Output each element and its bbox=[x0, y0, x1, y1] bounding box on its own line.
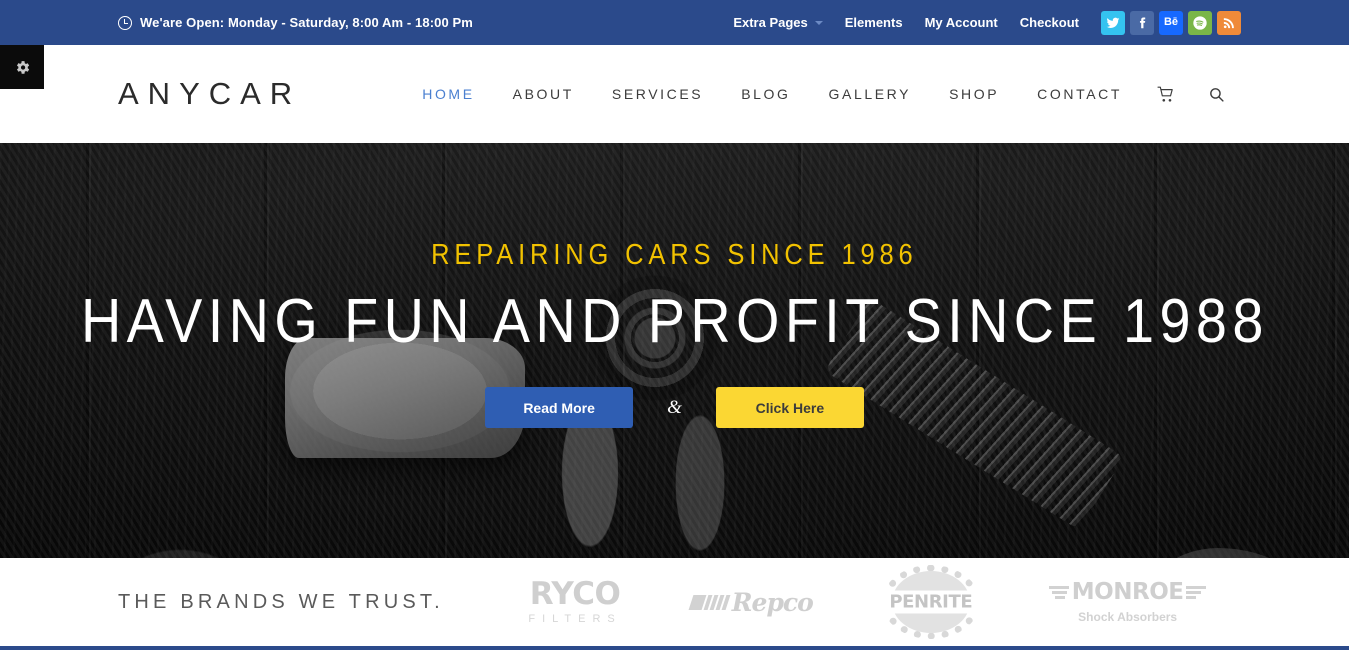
spotify-icon[interactable] bbox=[1188, 10, 1212, 35]
nav-item-blog[interactable]: BLOG bbox=[722, 86, 809, 102]
hero-separator: & bbox=[667, 396, 682, 418]
behance-label: Bē bbox=[1163, 16, 1179, 28]
main-nav: HOME ABOUT SERVICES BLOG GALLERY SHOP CO… bbox=[403, 45, 1241, 143]
monroe-wordmark: MONROE bbox=[1071, 579, 1184, 606]
brand-logo-ryco[interactable]: RYCO FILTERS bbox=[528, 579, 621, 625]
twitter-icon[interactable] bbox=[1101, 10, 1125, 35]
hero-eyebrow: REPAIRING CARS SINCE 1986 bbox=[431, 239, 918, 271]
brands-section: THE BRANDS WE TRUST. RYCO FILTERS Repco … bbox=[0, 558, 1349, 646]
top-nav-label: Extra Pages bbox=[733, 15, 808, 30]
nav-item-gallery[interactable]: GALLERY bbox=[810, 86, 931, 102]
facebook-icon[interactable] bbox=[1130, 10, 1154, 35]
nav-item-contact[interactable]: CONTACT bbox=[1018, 86, 1141, 102]
monroe-subtext: Shock Absorbers bbox=[1078, 609, 1178, 624]
nav-item-home[interactable]: HOME bbox=[403, 86, 493, 102]
opening-hours: We'are Open: Monday - Saturday, 8:00 Am … bbox=[118, 15, 473, 30]
top-bar: We'are Open: Monday - Saturday, 8:00 Am … bbox=[0, 0, 1349, 45]
ryco-wordmark: RYCO bbox=[529, 576, 621, 612]
clock-icon bbox=[118, 15, 132, 30]
monroe-wing-right-icon bbox=[1186, 586, 1207, 600]
cart-icon bbox=[1157, 86, 1173, 102]
ryco-subtext: FILTERS bbox=[528, 613, 622, 625]
nav-item-about[interactable]: ABOUT bbox=[494, 86, 593, 102]
nav-item-shop[interactable]: SHOP bbox=[930, 86, 1018, 102]
nav-item-services[interactable]: SERVICES bbox=[593, 86, 722, 102]
penrite-wordmark: PENRITE bbox=[881, 590, 980, 614]
cart-button[interactable] bbox=[1141, 86, 1192, 103]
top-nav-label: Elements bbox=[844, 15, 903, 30]
top-nav-item-my-account[interactable]: My Account bbox=[925, 15, 998, 30]
top-nav-item-extra-pages[interactable]: Extra Pages bbox=[733, 15, 823, 30]
opening-hours-text: We'are Open: Monday - Saturday, 8:00 Am … bbox=[140, 15, 473, 30]
site-header: ANYCAR HOME ABOUT SERVICES BLOG GALLERY … bbox=[0, 45, 1349, 143]
brand-logo-monroe[interactable]: MONROE Shock Absorbers bbox=[1048, 579, 1207, 624]
hero-banner: REPAIRING CARS SINCE 1986 HAVING FUN AND… bbox=[0, 143, 1349, 558]
monroe-row: MONROE bbox=[1048, 579, 1207, 606]
site-logo[interactable]: ANYCAR bbox=[118, 76, 301, 112]
brand-logo-list: RYCO FILTERS Repco PENRITE MONROE Shock … bbox=[494, 565, 1241, 639]
behance-icon[interactable]: Bē bbox=[1159, 10, 1183, 35]
bottom-color-strip bbox=[0, 646, 1349, 650]
hero-title: HAVING FUN AND PROFIT SINCE 1988 bbox=[80, 287, 1269, 356]
top-bar-right: Extra Pages Elements My Account Checkout… bbox=[733, 0, 1241, 45]
social-links: Bē bbox=[1101, 10, 1241, 35]
top-nav-label: My Account bbox=[924, 15, 998, 30]
brands-title: THE BRANDS WE TRUST. bbox=[118, 590, 444, 613]
repco-wordmark: Repco bbox=[731, 587, 814, 617]
hero-content: REPAIRING CARS SINCE 1986 HAVING FUN AND… bbox=[0, 143, 1349, 558]
chevron-down-icon bbox=[814, 20, 823, 25]
settings-toggle-button[interactable] bbox=[0, 45, 44, 89]
rss-icon[interactable] bbox=[1217, 10, 1241, 35]
read-more-button[interactable]: Read More bbox=[485, 387, 634, 428]
monroe-wing-left-icon bbox=[1048, 586, 1069, 600]
gear-icon bbox=[16, 60, 29, 74]
hero-actions: Read More & Click Here bbox=[485, 387, 864, 428]
repco-stripes-icon bbox=[688, 594, 731, 610]
brand-logo-repco[interactable]: Repco bbox=[688, 587, 814, 617]
search-icon bbox=[1210, 87, 1224, 102]
top-nav-label: Checkout bbox=[1019, 15, 1079, 30]
top-nav-item-checkout[interactable]: Checkout bbox=[1020, 15, 1079, 30]
brand-logo-penrite[interactable]: PENRITE bbox=[881, 565, 980, 639]
top-nav-item-elements[interactable]: Elements bbox=[845, 15, 903, 30]
click-here-button[interactable]: Click Here bbox=[715, 387, 864, 428]
search-button[interactable] bbox=[1192, 86, 1241, 103]
top-nav: Extra Pages Elements My Account Checkout bbox=[733, 15, 1079, 30]
